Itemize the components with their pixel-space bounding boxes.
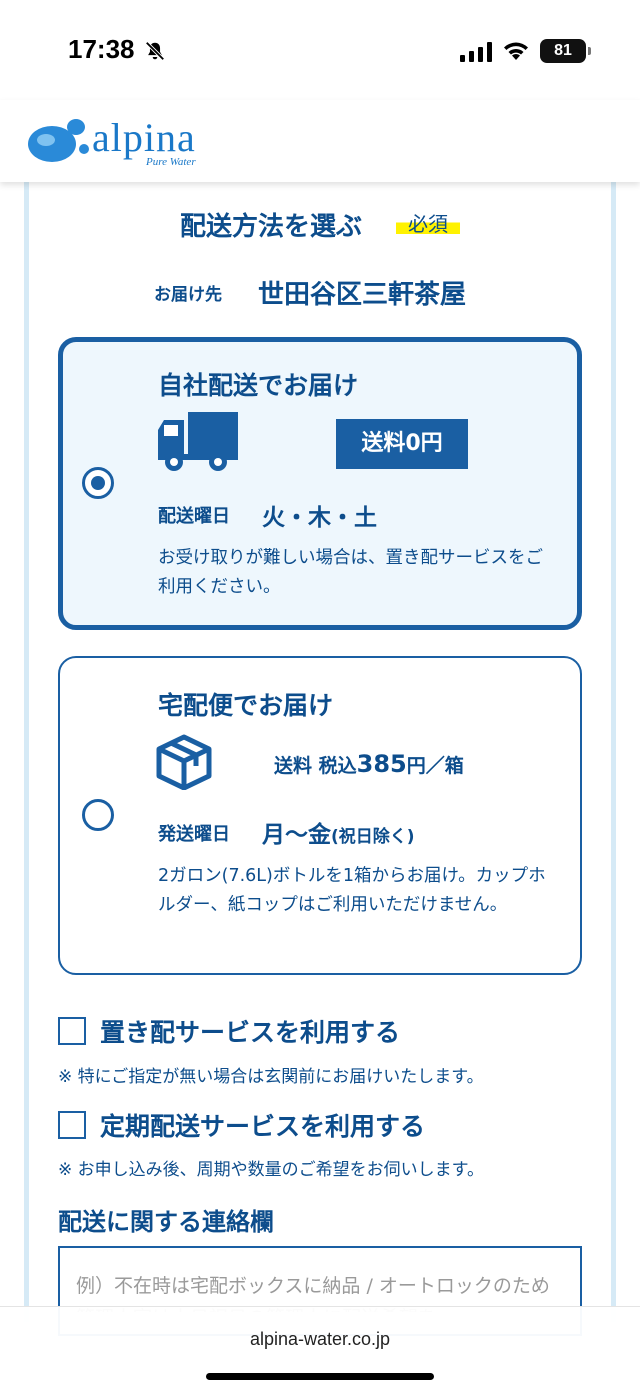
logo-text[interactable]: alpina [92, 114, 196, 161]
fee-prefix: 送料 税込 [274, 755, 357, 777]
status-time: 17:38 [68, 34, 135, 64]
browser-address-bar[interactable]: alpina-water.co.jp [0, 1306, 640, 1391]
contact-title: 配送に関する連絡欄 [58, 1208, 274, 1236]
site-header: alpina Pure Water [0, 100, 640, 182]
shipping-day-label: 発送曜日 [158, 824, 230, 845]
fee-badge-free: 送料0円 [336, 419, 468, 469]
checkbox-okihai[interactable] [58, 1017, 86, 1045]
checkbox-label-okihai[interactable]: 置き配サービスを利用する [100, 1013, 400, 1049]
logo-subtitle: Pure Water [146, 156, 196, 168]
wifi-icon [504, 42, 528, 60]
shipping-day-main: 月〜金 [262, 822, 331, 848]
box-icon [156, 734, 212, 790]
fee-suffix: 円／箱 [406, 755, 464, 777]
signal-icon [460, 42, 492, 62]
url-text[interactable]: alpina-water.co.jp [0, 1329, 640, 1350]
shipping-day-note: (祝日除く) [331, 827, 415, 847]
shipping-day-value: 月〜金(祝日除く) [262, 815, 415, 849]
radio-own-delivery[interactable] [82, 467, 114, 499]
radio-takkyubin[interactable] [82, 799, 114, 831]
option-note-takkyubin: 2ガロン(7.6L)ボトルを1箱からお届け。カップホルダー、紙コップはご利用いた… [158, 866, 546, 915]
fee-text-takkyubin: 送料 税込385円／箱 [274, 750, 464, 778]
option-title-takkyubin: 宅配便でお届け [158, 691, 334, 720]
checkbox-note-teiki: ※ お申し込み後、周期や数量のご希望をお伺いします。 [58, 1160, 484, 1180]
option-title-own: 自社配送でお届け [158, 371, 359, 400]
delivery-day-label: 配送曜日 [158, 506, 230, 527]
water-drop-logo-icon[interactable] [26, 118, 94, 164]
fee-amount: 385 [356, 750, 407, 778]
option-note-own: お受け取りが難しい場合は、置き配サービスをご利用ください。 [158, 548, 543, 597]
checkbox-teiki[interactable] [58, 1111, 86, 1139]
destination-label: お届け先 [154, 285, 222, 305]
truck-icon [158, 412, 238, 471]
checkbox-note-okihai: ※ 特にご指定が無い場合は玄関前にお届けいたします。 [58, 1067, 484, 1087]
bell-slash-icon [145, 41, 165, 61]
destination-value: 世田谷区三軒茶屋 [258, 280, 467, 310]
status-bar: 17:38 81 [0, 0, 640, 100]
delivery-day-value: 火・木・土 [262, 505, 377, 531]
battery-icon: 81 [540, 39, 591, 63]
home-indicator [206, 1373, 434, 1380]
checkbox-label-teiki[interactable]: 定期配送サービスを利用する [100, 1107, 425, 1143]
required-badge: 必須 [396, 210, 460, 238]
section-title: 配送方法を選ぶ [180, 212, 363, 242]
